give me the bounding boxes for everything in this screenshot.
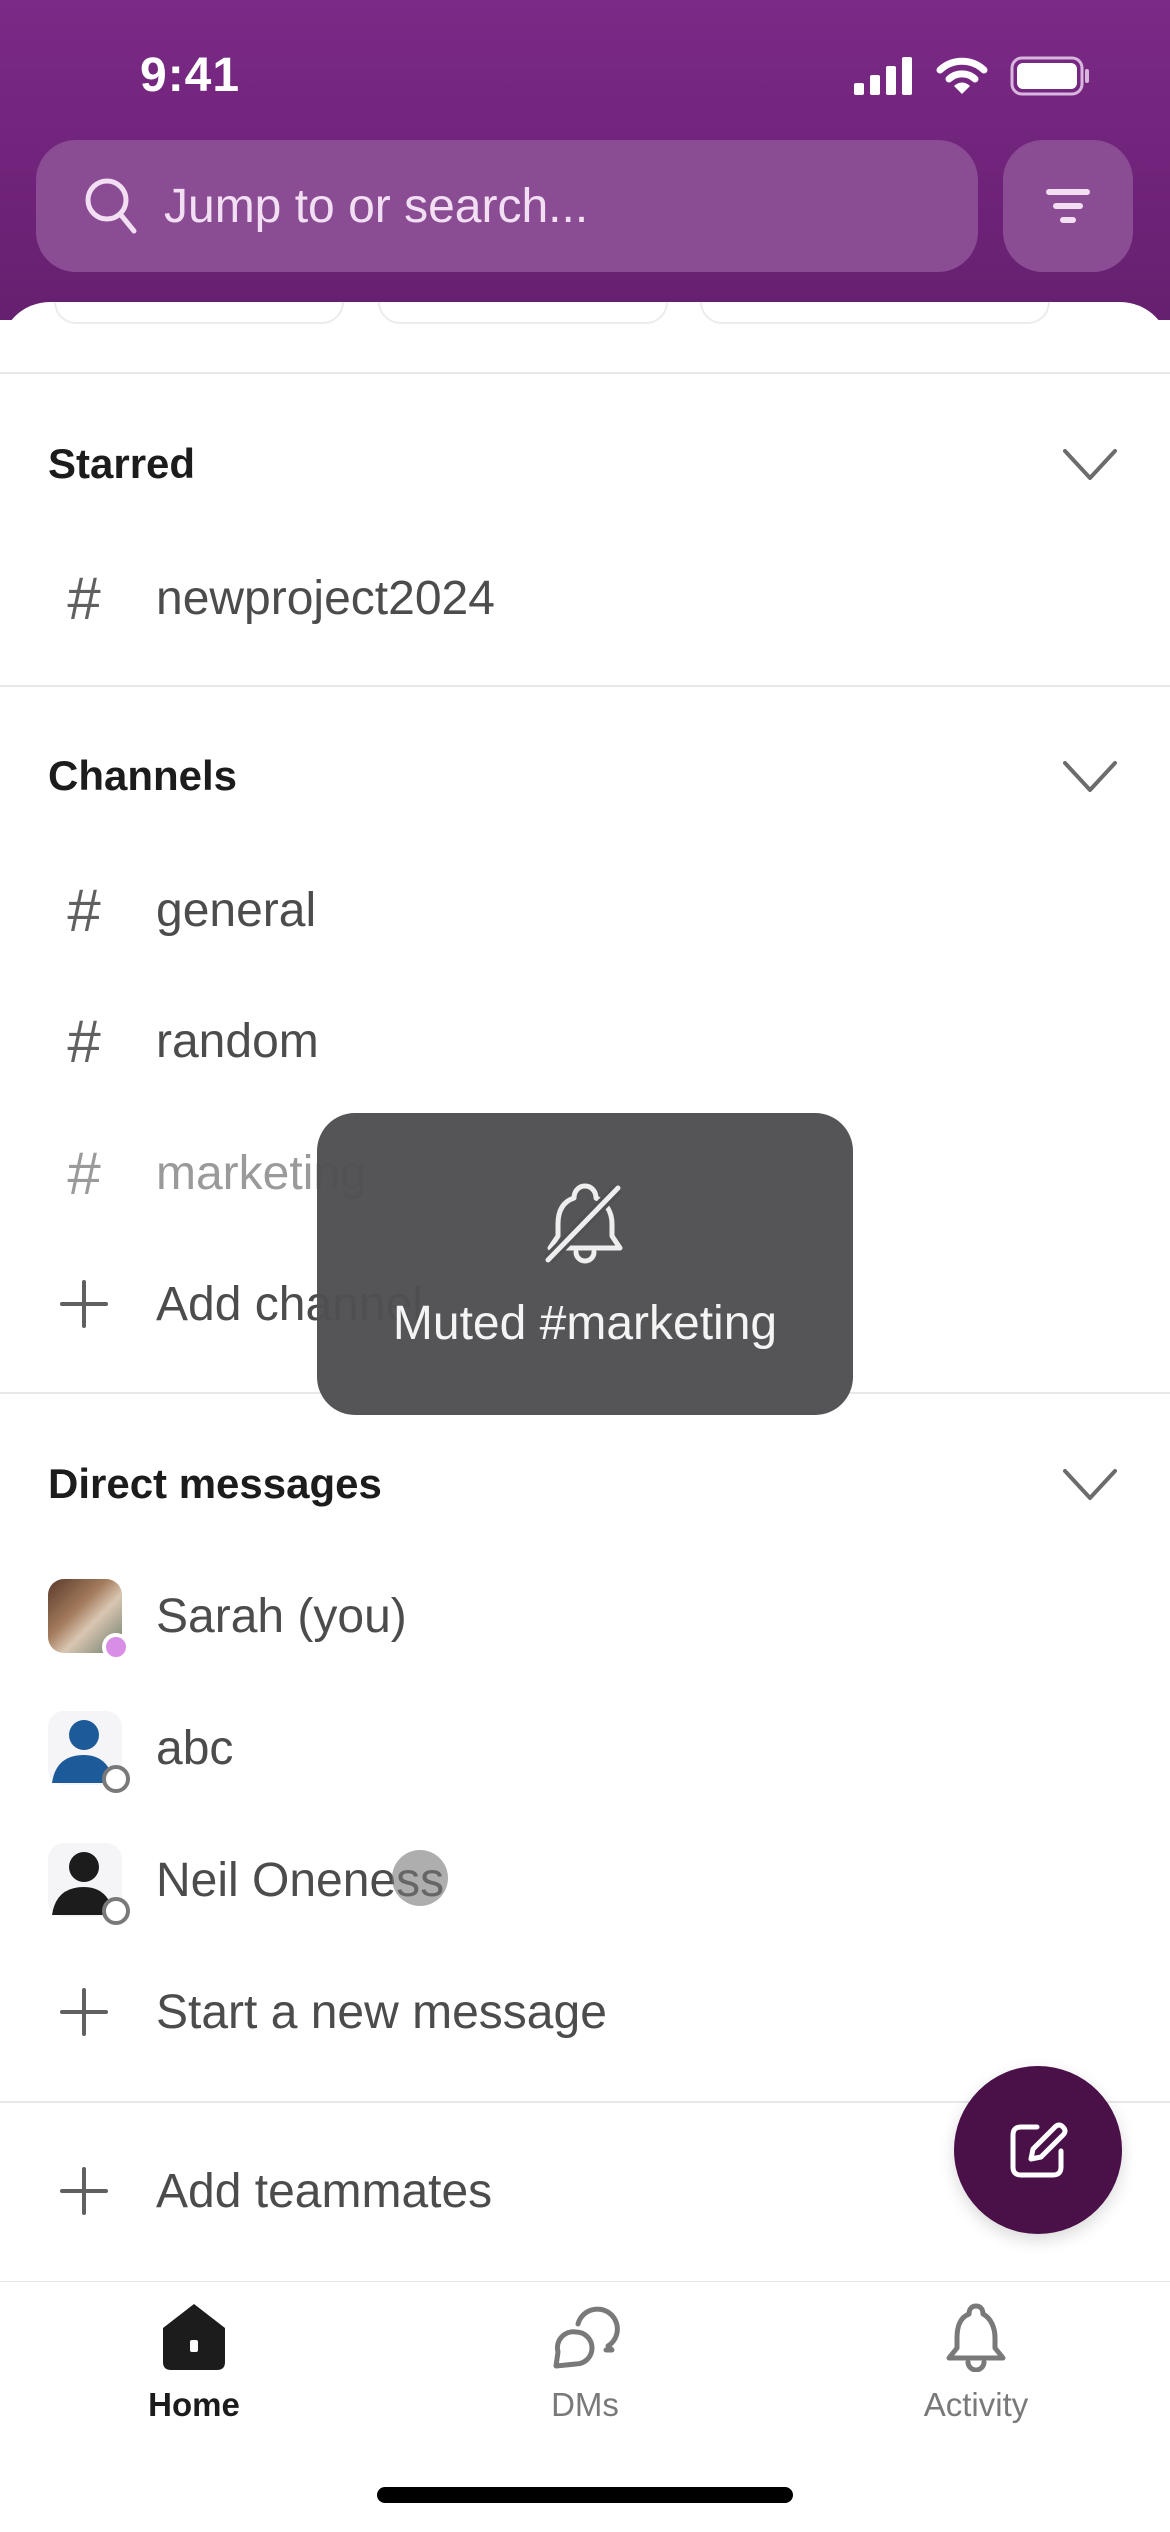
channel-row-general[interactable]: # general — [0, 850, 1170, 970]
channels-title: Channels — [48, 752, 238, 799]
toast-text: Muted #marketing — [392, 1296, 778, 1350]
presence-away-indicator — [102, 1765, 130, 1793]
dm-row-neil-oneness[interactable]: Neil Oneness — [0, 1820, 1170, 1940]
tab-home[interactable]: Home — [64, 2302, 324, 2424]
quick-filter-pill[interactable] — [700, 302, 1050, 324]
search-placeholder: Jump to or search... — [164, 179, 589, 233]
compose-button[interactable] — [954, 2066, 1122, 2234]
add-teammates-label: Add teammates — [156, 2164, 493, 2218]
channel-label: newproject2024 — [156, 571, 495, 625]
dm-label: Sarah (you) — [156, 1589, 407, 1643]
home-icon — [163, 2304, 225, 2370]
starred-title: Starred — [48, 440, 196, 487]
chevron-down-icon[interactable] — [1062, 448, 1118, 482]
filter-icon — [1046, 189, 1090, 223]
muted-toast: Muted #marketing — [317, 1113, 853, 1415]
divider — [0, 685, 1170, 687]
quick-filter-pill[interactable] — [378, 302, 668, 324]
wifi-icon — [936, 57, 988, 94]
quick-filter-pill[interactable] — [54, 302, 344, 324]
status-bar: 9:41 — [0, 0, 1170, 150]
filter-button[interactable] — [1003, 140, 1133, 272]
status-icons — [854, 56, 1090, 96]
dm-title: Direct messages — [48, 1460, 382, 1507]
plus-icon — [56, 2163, 112, 2219]
tab-label: Home — [148, 2386, 240, 2423]
bell-icon — [946, 2303, 1006, 2372]
dms-icon — [553, 2306, 620, 2369]
dm-row-abc[interactable]: abc — [0, 1688, 1170, 1808]
hash-icon: # — [67, 876, 101, 944]
tab-dms[interactable]: DMs — [455, 2302, 715, 2424]
channel-label: general — [156, 883, 317, 937]
start-new-message-button[interactable]: Start a new message — [0, 1952, 1170, 2072]
presence-active-indicator — [102, 1633, 130, 1661]
touch-indicator — [392, 1850, 448, 1906]
channel-row-random[interactable]: # random — [0, 981, 1170, 1101]
channel-row-newproject2024[interactable]: # newproject2024 — [0, 538, 1170, 658]
dm-row-sarah[interactable]: Sarah (you) — [0, 1556, 1170, 1676]
hash-icon: # — [67, 1139, 101, 1207]
battery-icon — [1010, 56, 1089, 96]
plus-icon — [56, 1984, 112, 2040]
tab-activity[interactable]: Activity — [846, 2302, 1106, 2424]
avatar — [48, 1711, 130, 1793]
chevron-down-icon[interactable] — [1062, 760, 1118, 794]
start-new-message-label: Start a new message — [156, 1985, 607, 2039]
tab-label: Activity — [923, 2386, 1029, 2423]
bell-off-icon — [543, 1183, 623, 1264]
compose-icon — [1010, 2122, 1068, 2178]
presence-away-indicator — [102, 1897, 130, 1925]
plus-icon — [56, 1276, 112, 1332]
signal-icon — [854, 57, 912, 95]
status-time: 9:41 — [140, 49, 241, 102]
hash-icon: # — [67, 1007, 101, 1075]
chevron-down-icon[interactable] — [1062, 1468, 1118, 1502]
hash-icon: # — [67, 564, 101, 632]
avatar — [48, 1579, 130, 1661]
search-icon — [85, 178, 137, 234]
tab-label: DMs — [551, 2386, 619, 2423]
dm-label: abc — [156, 1721, 234, 1775]
search-input[interactable]: Jump to or search... — [36, 140, 978, 272]
avatar — [48, 1843, 130, 1925]
header: 9:41 Jump to or search... — [0, 0, 1170, 320]
channel-label: random — [156, 1014, 319, 1068]
divider — [0, 372, 1170, 374]
home-indicator[interactable] — [377, 2487, 793, 2503]
